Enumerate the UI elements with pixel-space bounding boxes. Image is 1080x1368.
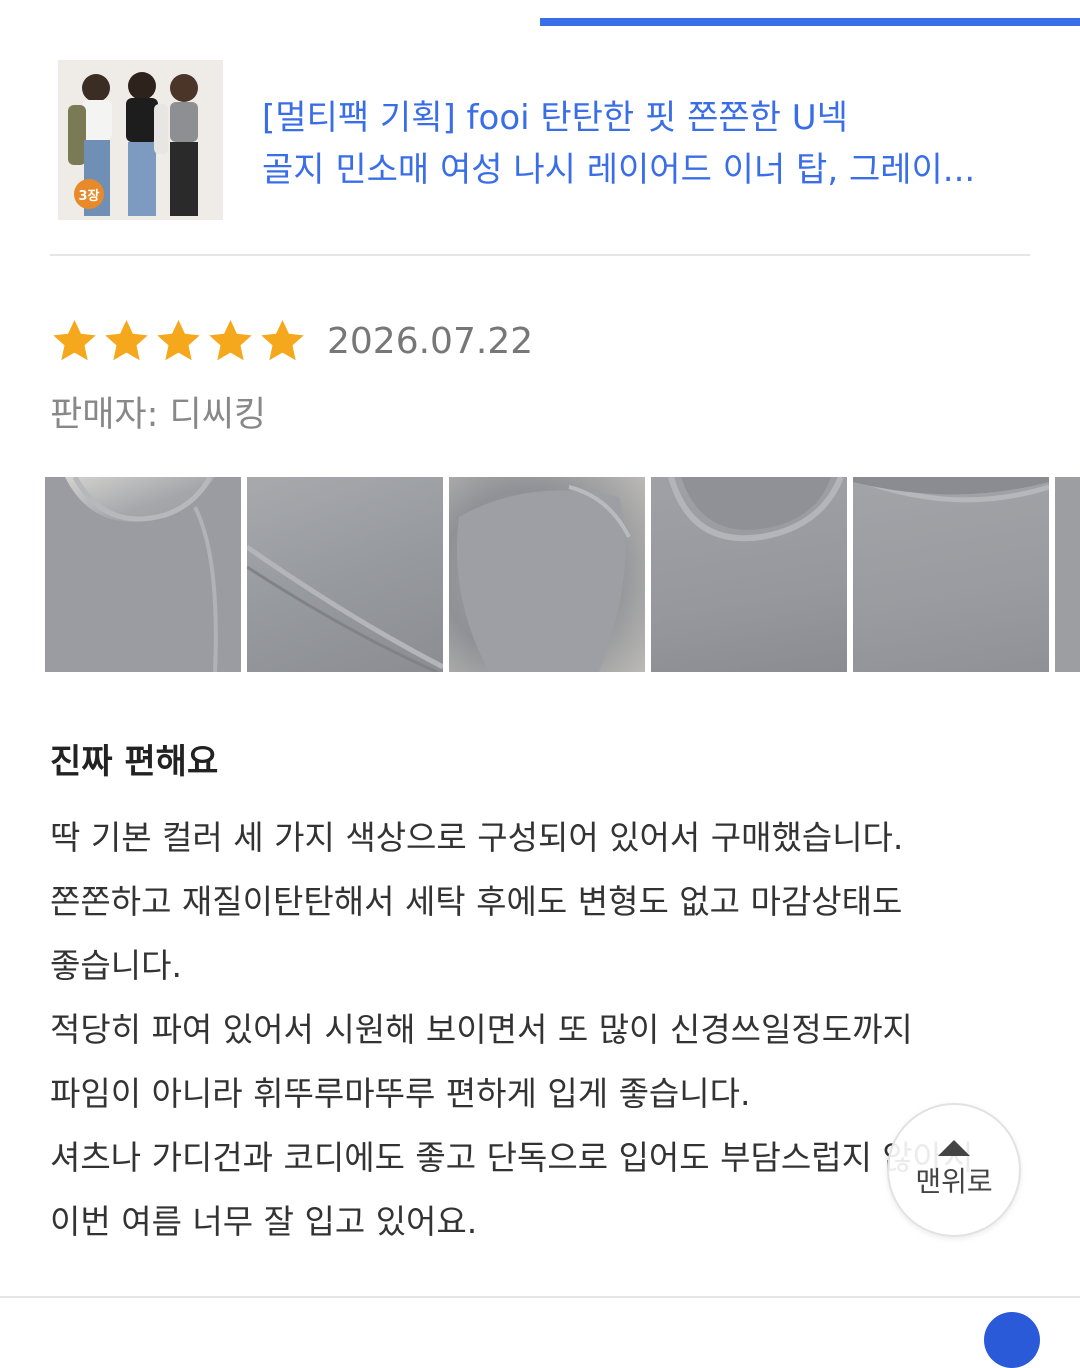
page-indicator-badge[interactable] — [984, 1312, 1040, 1368]
pack-count-badge: 3장 — [74, 179, 104, 209]
progress-indicator-bar — [540, 18, 1080, 26]
review-body-line: 적당히 파여 있어서 시원해 보이면서 또 많이 신경쓰일정도까지 — [50, 1010, 913, 1049]
star-icon — [157, 320, 200, 361]
product-summary[interactable]: 3장 [멀티팩 기획] fooi 탄탄한 핏 쫀쫀한 U넥 골지 민소매 여성 … — [50, 60, 1030, 230]
review-body-line: 파임이 아니라 휘뚜루마뚜루 편하게 입게 좋습니다. — [50, 1074, 751, 1113]
product-title-line-1: [멀티팩 기획] fooi 탄탄한 핏 쫀쫀한 U넥 — [262, 98, 848, 138]
review-body-line: 딱 기본 컬러 세 가지 색상으로 구성되어 있어서 구매했습니다. — [50, 818, 904, 857]
seller-name: 판매자: 디씨킹 — [50, 395, 267, 435]
review-photo[interactable] — [247, 477, 443, 672]
product-title-link[interactable]: [멀티팩 기획] fooi 탄탄한 핏 쫀쫀한 U넥 골지 민소매 여성 나시 … — [262, 92, 1022, 196]
review-photo[interactable] — [449, 477, 645, 672]
review-title: 진짜 편해요 — [50, 742, 219, 782]
caret-up-icon — [938, 1140, 970, 1156]
review-body-line: 셔츠나 가디건과 코디에도 좋고 단독으로 입어도 부담스럽지 않아서 — [50, 1138, 974, 1177]
star-icon — [209, 320, 252, 361]
star-icon — [53, 320, 96, 361]
product-title-line-2: 골지 민소매 여성 나시 레이어드 이너 탑, 그레이... — [262, 150, 976, 190]
review-body-line: 이번 여름 너무 잘 입고 있어요. — [50, 1202, 478, 1241]
star-icon — [105, 320, 148, 361]
review-photo[interactable] — [853, 477, 1049, 672]
review-photo-strip[interactable] — [45, 477, 1080, 672]
rating-row: 2026.07.22 — [50, 316, 533, 366]
product-thumbnail[interactable]: 3장 — [58, 60, 223, 220]
review-body-line: 좋습니다. — [50, 946, 182, 985]
star-icon — [261, 320, 304, 361]
review-photo[interactable] — [1055, 477, 1080, 672]
scroll-to-top-label: 맨위로 — [915, 1165, 993, 1198]
star-rating — [50, 317, 307, 365]
review-body-line: 쫀쫀하고 재질이탄탄해서 세탁 후에도 변형도 없고 마감상태도 — [50, 882, 903, 921]
bottom-divider — [0, 1296, 1080, 1298]
section-divider — [50, 254, 1030, 256]
scroll-to-top-button[interactable]: 맨위로 — [887, 1103, 1021, 1237]
review-body: 딱 기본 컬러 세 가지 색상으로 구성되어 있어서 구매했습니다. 쫀쫀하고 … — [50, 806, 1010, 1254]
review-date: 2026.07.22 — [327, 320, 534, 362]
review-photo[interactable] — [45, 477, 241, 672]
review-photo[interactable] — [651, 477, 847, 672]
